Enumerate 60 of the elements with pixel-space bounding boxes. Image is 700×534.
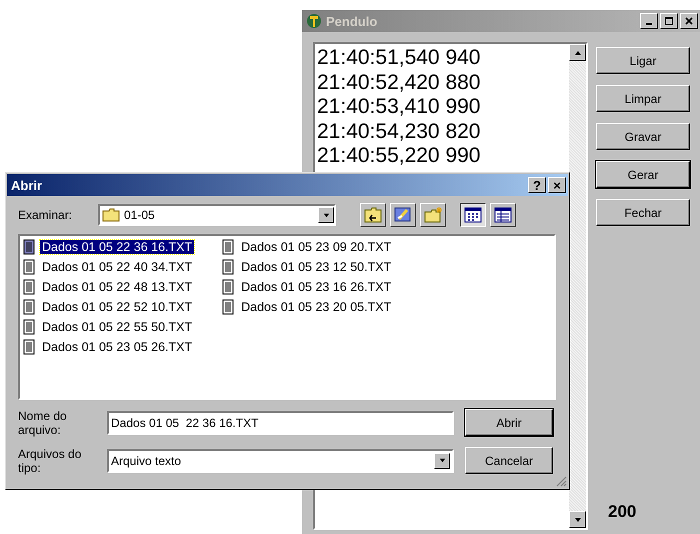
text-file-icon: [222, 238, 234, 254]
reading-line: 21:40:55,220 990: [317, 144, 482, 168]
window-title: Pendulo: [326, 14, 378, 28]
command-button[interactable]: Limpar: [596, 85, 690, 112]
reading-line: 21:40:51,540 940: [317, 46, 482, 70]
help-button[interactable]: ?: [528, 177, 546, 193]
close-button[interactable]: ×: [548, 177, 566, 193]
new-folder-icon: [423, 206, 443, 224]
file-item[interactable]: Dados 01 05 22 40 34.TXT: [23, 258, 194, 275]
file-name-label: Nome do arquivo:: [18, 408, 68, 436]
scrollbar[interactable]: [569, 44, 586, 528]
file-item[interactable]: Dados 01 05 22 55 50.TXT: [23, 318, 194, 335]
new-folder-button[interactable]: [420, 203, 446, 227]
text-file-icon: [23, 278, 35, 294]
open-button[interactable]: Abrir: [465, 409, 553, 436]
list-view-icon: [463, 206, 483, 224]
cancel-button[interactable]: Cancelar: [465, 447, 553, 474]
text-file-icon: [23, 258, 35, 274]
up-folder-button[interactable]: [360, 203, 386, 227]
count-value: 200: [607, 502, 638, 523]
details-view-button[interactable]: [490, 203, 516, 227]
file-item[interactable]: Dados 01 05 23 09 20.TXT: [222, 238, 394, 255]
file-item[interactable]: Dados 01 05 23 05 26.TXT: [23, 338, 194, 355]
dropdown-icon: [322, 210, 330, 220]
command-button[interactable]: Fechar: [596, 199, 690, 226]
reading-line: 21:40:52,420 880: [317, 70, 482, 95]
file-item[interactable]: Dados 01 05 23 16 26.TXT: [222, 278, 394, 295]
text-file-icon: [23, 298, 35, 314]
app-icon: [306, 13, 322, 29]
look-in-label: Examinar:: [18, 208, 74, 222]
up-folder-icon: [363, 206, 383, 224]
dialog-title: Abrir: [11, 178, 44, 192]
dropdown-icon: [438, 456, 446, 465]
text-file-icon: [23, 338, 35, 354]
command-button[interactable]: Gerar: [596, 161, 690, 188]
maximize-icon: [664, 16, 674, 26]
list-view-button[interactable]: [460, 203, 486, 227]
text-file-icon: [222, 278, 234, 294]
close-icon: [684, 16, 694, 26]
file-item[interactable]: Dados 01 05 23 12 50.TXT: [222, 258, 394, 275]
file-type-dropdown[interactable]: Arquivo texto: [107, 448, 454, 472]
command-button[interactable]: Ligar: [596, 47, 690, 74]
reading-line: 21:40:54,230 820: [317, 120, 482, 144]
file-item[interactable]: Dados 01 05 23 20 05.TXT: [222, 298, 394, 315]
resize-grip-icon[interactable]: [555, 475, 567, 487]
command-button[interactable]: Gravar: [596, 123, 690, 150]
file-item[interactable]: Dados 01 05 22 48 13.TXT: [23, 278, 194, 295]
file-item[interactable]: Dados 01 05 22 52 10.TXT: [23, 298, 194, 315]
text-file-icon: [222, 298, 234, 314]
text-file-icon: [23, 318, 35, 334]
folder-icon: [102, 208, 120, 222]
folder-dropdown[interactable]: 01-05: [98, 204, 336, 226]
desktop-button[interactable]: [390, 203, 416, 227]
file-type-label: Arquivos do tipo:: [18, 446, 82, 474]
file-name-field[interactable]: Dados 01 05 22 36 16.TXT: [107, 410, 454, 434]
text-file-icon: [23, 238, 35, 254]
reading-line: 21:40:53,410 990: [317, 95, 482, 120]
details-view-icon: [493, 206, 513, 224]
text-file-icon: [222, 258, 234, 274]
minimize-icon: [646, 23, 652, 25]
